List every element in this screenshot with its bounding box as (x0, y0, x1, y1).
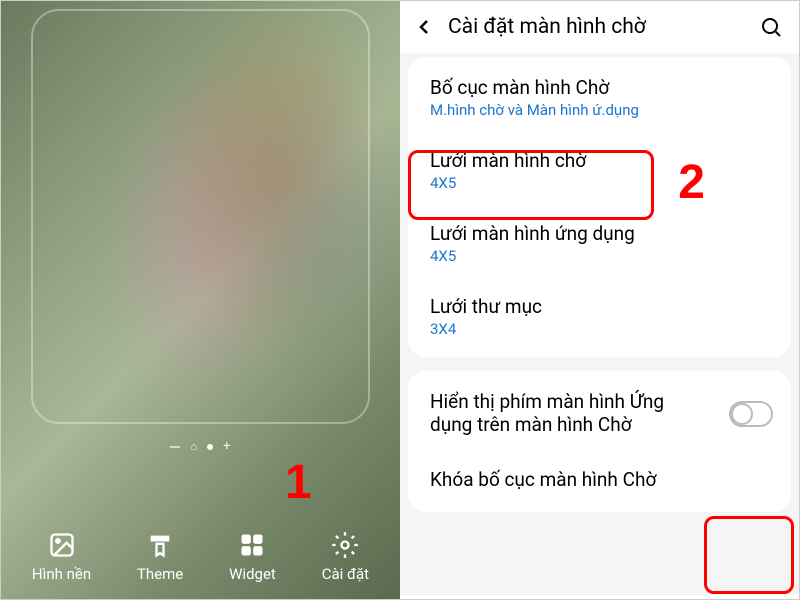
gear-icon (331, 531, 359, 559)
setting-title: Hiển thị phím màn hình Ứng dụng trên màn… (430, 390, 710, 436)
home-screen-edit-panel: ⌂ + Hình nền Theme Widget Cài đặt (1, 1, 400, 599)
widget-label: Widget (229, 565, 276, 583)
home-screen-preview-frame[interactable] (31, 9, 370, 424)
search-button[interactable] (759, 15, 783, 39)
pager-dash-icon (170, 446, 180, 448)
setting-value: 3X4 (430, 320, 769, 338)
pager-dot-icon (207, 444, 213, 450)
wallpaper-label: Hình nền (32, 565, 91, 583)
settings-group-layout: Bố cục màn hình Chờ M.hình chờ và Màn hì… (408, 57, 791, 357)
annotation-number-1: 1 (285, 455, 312, 510)
setting-title: Bố cục màn hình Chờ (430, 76, 769, 99)
theme-button[interactable]: Theme (133, 525, 187, 589)
toggle-switch[interactable] (729, 401, 773, 427)
page-indicator[interactable]: ⌂ + (1, 439, 400, 454)
setting-value: 4X5 (430, 174, 769, 192)
settings-button[interactable]: Cài đặt (318, 525, 373, 589)
page-title: Cài đặt màn hình chờ (448, 15, 747, 39)
setting-home-grid[interactable]: Lưới màn hình chờ 4X5 (408, 134, 791, 207)
setting-show-apps-button[interactable]: Hiển thị phím màn hình Ứng dụng trên màn… (408, 375, 791, 453)
annotation-number-2: 2 (678, 155, 705, 210)
widget-icon (238, 531, 266, 559)
home-screen-settings-panel: Cài đặt màn hình chờ Bố cục màn hình Chờ… (400, 1, 799, 599)
back-button[interactable] (412, 15, 436, 39)
setting-title: Lưới thư mục (430, 295, 769, 318)
search-icon (759, 15, 783, 39)
settings-group-display: Hiển thị phím màn hình Ứng dụng trên màn… (408, 371, 791, 512)
theme-icon (146, 531, 174, 559)
widget-button[interactable]: Widget (225, 525, 280, 589)
settings-label: Cài đặt (322, 565, 369, 583)
setting-folder-grid[interactable]: Lưới thư mục 3X4 (408, 280, 791, 353)
setting-title: Khóa bố cục màn hình Chờ (430, 468, 769, 491)
wallpaper-button[interactable]: Hình nền (28, 525, 95, 589)
settings-header: Cài đặt màn hình chờ (400, 1, 799, 53)
pager-home-icon: ⌂ (190, 440, 197, 453)
setting-lock-layout[interactable]: Khóa bố cục màn hình Chờ (408, 453, 791, 508)
setting-title: Lưới màn hình ứng dụng (430, 222, 769, 245)
pager-add-icon: + (223, 439, 230, 454)
setting-apps-grid[interactable]: Lưới màn hình ứng dụng 4X5 (408, 207, 791, 280)
setting-value: M.hình chờ và Màn hình ứ.dụng (430, 101, 769, 119)
setting-value: 4X5 (430, 247, 769, 265)
settings-body: Bố cục màn hình Chờ M.hình chờ và Màn hì… (400, 53, 799, 595)
wallpaper-icon (48, 531, 76, 559)
theme-label: Theme (137, 565, 183, 583)
bottom-toolbar: Hình nền Theme Widget Cài đặt (1, 525, 400, 589)
chevron-left-icon (412, 15, 436, 39)
setting-title: Lưới màn hình chờ (430, 149, 769, 172)
setting-home-layout[interactable]: Bố cục màn hình Chờ M.hình chờ và Màn hì… (408, 61, 791, 134)
